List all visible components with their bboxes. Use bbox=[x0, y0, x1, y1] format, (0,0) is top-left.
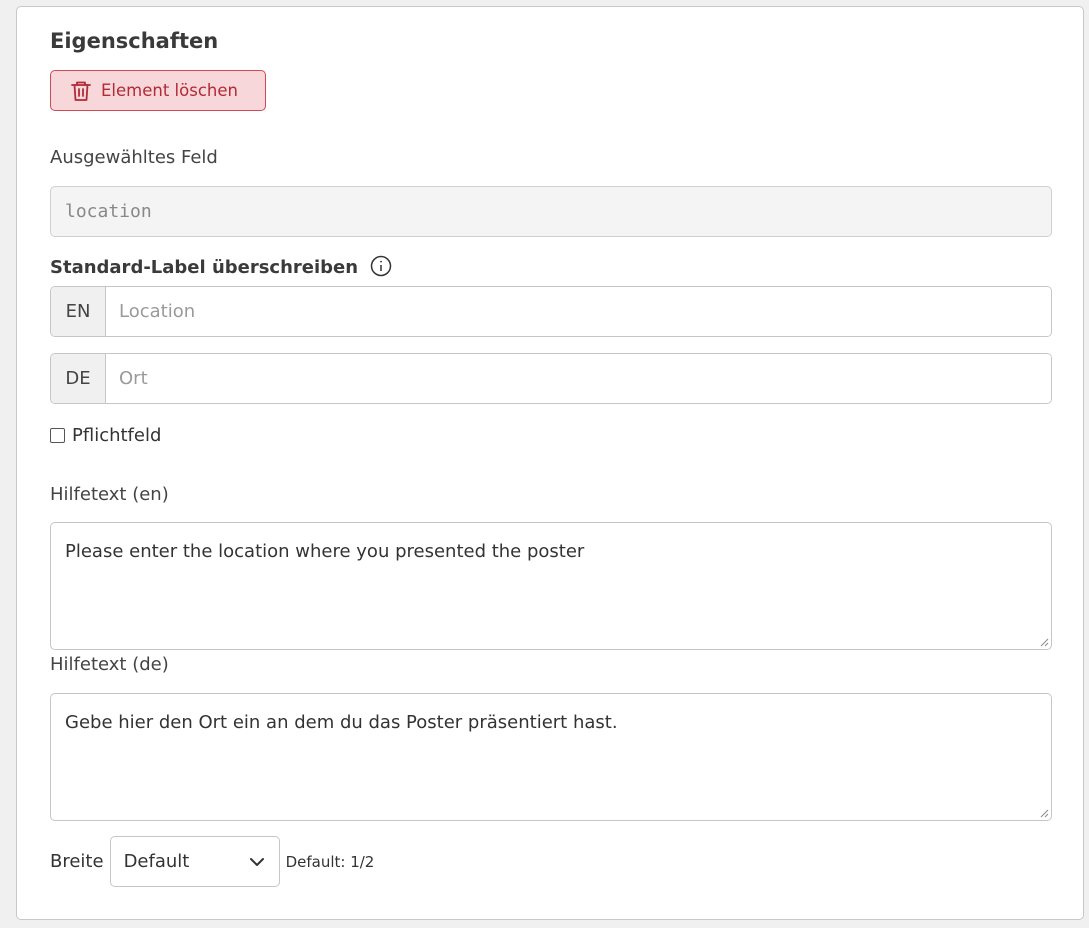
helptext-en-textarea[interactable]: Please enter the location where you pres… bbox=[50, 522, 1052, 650]
properties-panel: Eigenschaften Element löschen Ausgewählt… bbox=[16, 6, 1084, 920]
helptext-de-label: Hilfetext (de) bbox=[50, 654, 169, 675]
label-override-title: Standard-Label überschreiben bbox=[50, 257, 359, 278]
label-override-de-input[interactable] bbox=[106, 354, 1051, 403]
resize-grip-icon[interactable] bbox=[1039, 637, 1049, 647]
panel-title: Eigenschaften bbox=[50, 29, 219, 53]
label-override-de-group: DE bbox=[50, 353, 1052, 404]
selected-field-label: Ausgewähltes Feld bbox=[50, 147, 218, 168]
delete-element-button[interactable]: Element löschen bbox=[50, 70, 266, 111]
required-checkbox-label: Pflichtfeld bbox=[72, 425, 162, 446]
width-row: Breite Default Default: 1/2 bbox=[50, 836, 374, 887]
delete-element-label: Element löschen bbox=[101, 81, 238, 100]
resize-grip-icon[interactable] bbox=[1039, 808, 1049, 818]
helptext-en-label: Hilfetext (en) bbox=[50, 484, 169, 505]
info-circle-icon[interactable] bbox=[370, 255, 392, 277]
label-override-heading: Standard-Label überschreiben bbox=[50, 255, 392, 278]
helptext-de-value: Gebe hier den Ort ein an dem du das Post… bbox=[65, 712, 618, 733]
trash-icon bbox=[71, 81, 91, 101]
required-checkbox-row[interactable]: Pflichtfeld bbox=[50, 425, 161, 446]
helptext-en-value: Please enter the location where you pres… bbox=[65, 541, 585, 562]
chevron-down-icon bbox=[249, 857, 264, 866]
required-checkbox[interactable] bbox=[50, 428, 65, 443]
width-select-value: Default bbox=[123, 851, 190, 872]
label-override-en-group: EN bbox=[50, 286, 1052, 337]
label-override-en-input[interactable] bbox=[106, 287, 1051, 336]
width-label: Breite bbox=[50, 851, 104, 872]
width-default-hint: Default: 1/2 bbox=[285, 852, 375, 871]
width-select[interactable]: Default bbox=[109, 836, 280, 887]
selected-field-value: location bbox=[65, 201, 152, 222]
lang-addon-de: DE bbox=[51, 354, 106, 403]
lang-addon-en: EN bbox=[51, 287, 106, 336]
helptext-de-textarea[interactable]: Gebe hier den Ort ein an dem du das Post… bbox=[50, 693, 1052, 821]
selected-field-input: location bbox=[50, 186, 1052, 237]
